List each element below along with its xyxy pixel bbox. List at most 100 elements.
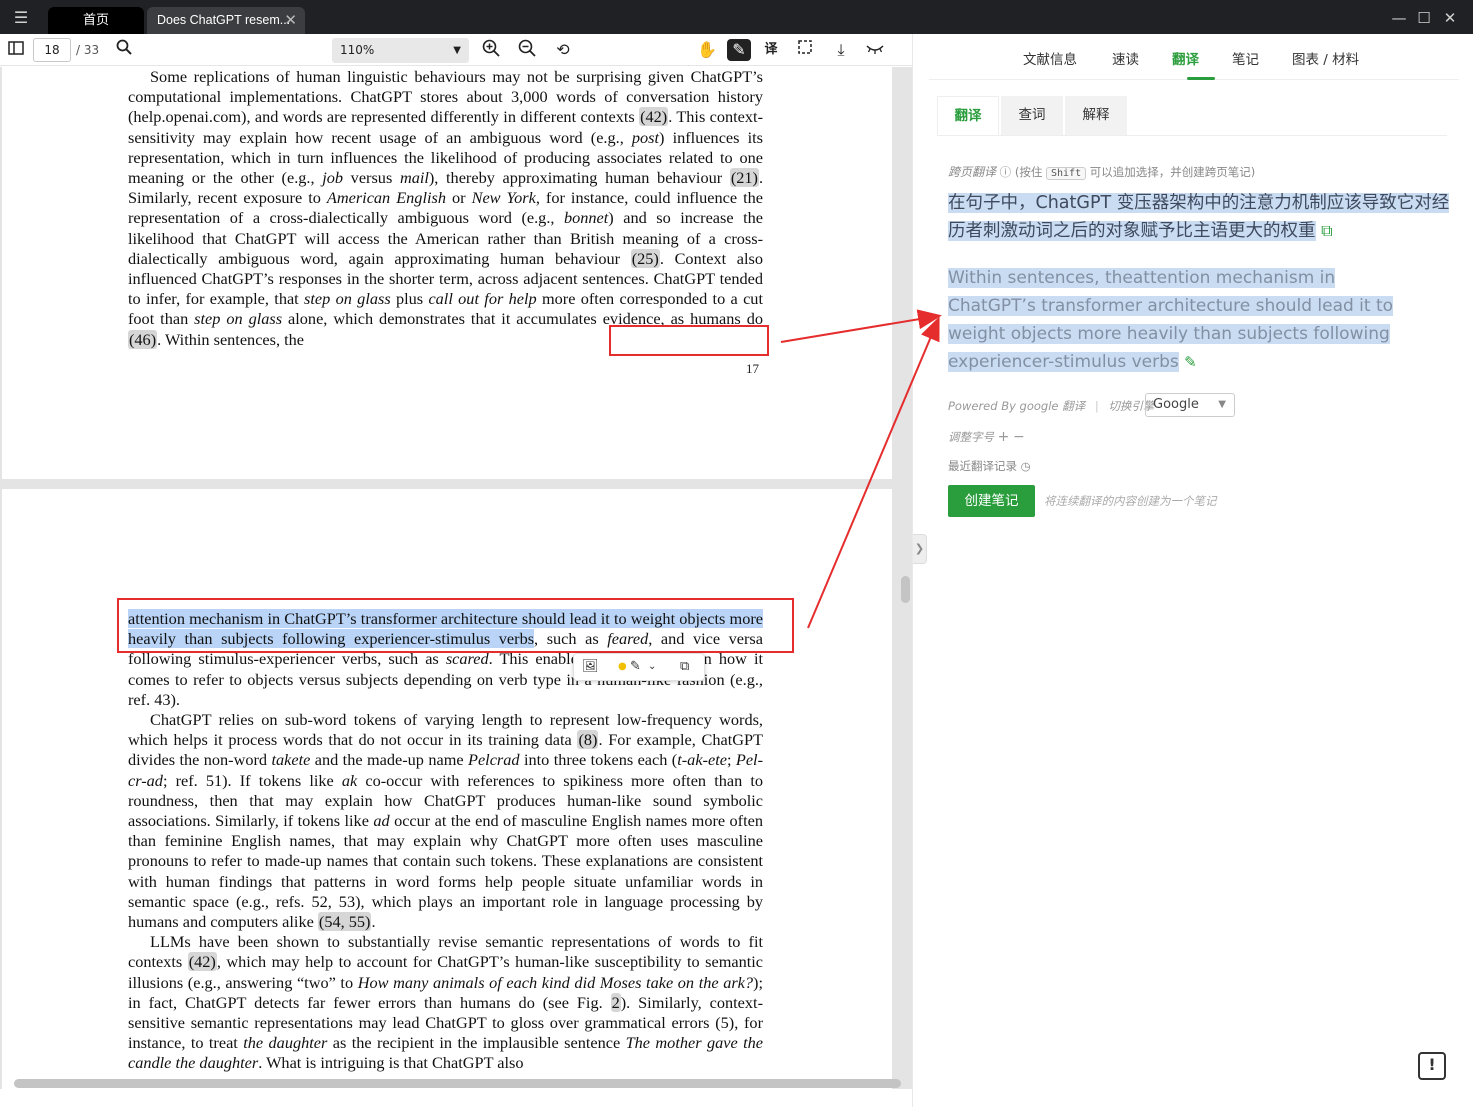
text-run: plus bbox=[390, 289, 429, 309]
vertical-scrollbar-thumb[interactable] bbox=[901, 576, 910, 603]
translate-sub-tabs: 翻译 查词 解释 bbox=[937, 96, 1447, 136]
edit-icon[interactable]: ✎ bbox=[1184, 353, 1197, 371]
annotation-box-within-sentences bbox=[609, 325, 769, 356]
engine-select[interactable]: Google ▼ bbox=[1145, 393, 1235, 417]
app-window: { "tabs": { "home_label": "首页", "doc_lab… bbox=[0, 0, 1473, 1107]
paragraph: ChatGPT relies on sub-word tokens of var… bbox=[128, 710, 763, 932]
source-text-content: Within sentences, theattention mechanism… bbox=[948, 268, 1394, 372]
text-run: versus bbox=[343, 168, 400, 188]
reader-toolbar: 18 / 33 110% ▼ ⟲ ✋ ✎ 译 ⤓ bbox=[0, 34, 912, 66]
sidebar-toggle-icon[interactable] bbox=[4, 39, 28, 61]
search-icon[interactable] bbox=[112, 39, 136, 61]
translation-text: 在句子中，ChatGPT 变压器架构中的注意力机制应该导致它对经历者刺激动词之后… bbox=[948, 193, 1450, 241]
text-run: mail bbox=[399, 168, 429, 188]
cross-page-row: 跨页翻译 ⓘ (按住 Shift 可以追加选择，并创建跨页笔记) bbox=[948, 163, 1255, 180]
zoom-in-icon[interactable] bbox=[479, 39, 503, 61]
text-run: ak bbox=[341, 770, 358, 790]
tab-figures[interactable]: 图表 / 材料 bbox=[1292, 48, 1359, 68]
page-number: 17 bbox=[746, 361, 759, 376]
citation-link[interactable]: (42) bbox=[187, 952, 217, 972]
maximize-icon[interactable]: ☐ bbox=[1414, 8, 1434, 28]
tab-translate[interactable]: 翻译 bbox=[1172, 48, 1199, 68]
text-run: takete bbox=[271, 750, 311, 770]
translate-icon[interactable]: 译 bbox=[759, 39, 783, 61]
chevron-down-icon: ▼ bbox=[453, 45, 461, 56]
recent-translations-row[interactable]: 最近翻译记录 ◷ bbox=[948, 458, 1031, 474]
source-text: Within sentences, theattention mechanism… bbox=[948, 264, 1428, 376]
minus-icon[interactable]: − bbox=[1013, 429, 1025, 445]
copy-icon[interactable]: ⧉ bbox=[680, 659, 689, 674]
engine-row: Powered By google 翻译 | 切换引擎 bbox=[948, 399, 1155, 413]
copy-icon[interactable]: ⧉ bbox=[1321, 221, 1332, 240]
zoom-value: 110% bbox=[340, 43, 375, 57]
citation-link[interactable]: (42) bbox=[639, 107, 669, 127]
area-select-icon[interactable] bbox=[793, 39, 817, 61]
text-run: ), thereby approximating human behaviour bbox=[428, 168, 730, 188]
create-note-button[interactable]: 创建笔记 bbox=[948, 485, 1035, 517]
text-run: t-ak-ete bbox=[677, 750, 727, 770]
recent-label: 最近翻译记录 bbox=[948, 459, 1017, 473]
history-icon: ◷ bbox=[1020, 459, 1031, 473]
text-run: American English bbox=[326, 188, 446, 208]
font-size-row: 调整字号 + − bbox=[948, 429, 1025, 445]
paragraph: Some replications of human linguistic be… bbox=[128, 67, 763, 350]
zoom-select[interactable]: 110% ▼ bbox=[332, 38, 469, 63]
document-viewer[interactable]: Some replications of human linguistic be… bbox=[0, 67, 912, 1089]
pdf-page-17: Some replications of human linguistic be… bbox=[2, 67, 892, 479]
text-run: ad bbox=[373, 811, 390, 831]
citation-link[interactable]: 2 bbox=[610, 992, 621, 1012]
rotate-icon[interactable]: ⟲ bbox=[551, 39, 575, 61]
plus-icon[interactable]: + bbox=[998, 429, 1010, 445]
font-size-label: 调整字号 bbox=[948, 430, 994, 444]
page-number-input[interactable]: 18 bbox=[33, 38, 71, 62]
highlight-pen-icon[interactable]: ✎ bbox=[727, 39, 751, 61]
info-icon[interactable]: ⓘ bbox=[1000, 165, 1012, 179]
subtab-explain[interactable]: 解释 bbox=[1065, 96, 1127, 135]
text-run: . Within sentences, the bbox=[157, 329, 305, 349]
pen-icon[interactable]: ✎ bbox=[630, 659, 641, 674]
engine-value: Google bbox=[1153, 397, 1199, 412]
text-run: . bbox=[371, 912, 376, 932]
horizontal-scrollbar[interactable] bbox=[14, 1079, 901, 1088]
close-window-icon[interactable]: ✕ bbox=[1440, 8, 1460, 28]
text-run: and the made-up name bbox=[310, 750, 469, 770]
text-run: Pelcrad bbox=[468, 750, 520, 770]
menu-icon[interactable]: ☰ bbox=[8, 7, 34, 29]
chevron-down-icon: ▼ bbox=[1218, 399, 1226, 410]
highlight-color-icon[interactable]: ● bbox=[618, 661, 627, 672]
tab-home[interactable]: 首页 bbox=[48, 7, 144, 34]
tab-document[interactable]: Does ChatGPT resem... ✕ bbox=[147, 7, 305, 34]
tab-speed-read[interactable]: 速读 bbox=[1112, 48, 1139, 68]
collapse-panel-icon[interactable]: ❯ bbox=[913, 534, 927, 564]
hand-tool-icon[interactable]: ✋ bbox=[695, 39, 719, 61]
download-icon[interactable]: ⤓ bbox=[829, 39, 853, 61]
text-run: How many animals of each kind did Moses … bbox=[357, 972, 754, 992]
panel-tabs: 文献信息 速读 翻译 笔记 图表 / 材料 bbox=[929, 34, 1459, 80]
chevron-down-icon[interactable]: ⌄ bbox=[648, 661, 656, 672]
cross-page-hint-post: 可以追加选择，并创建跨页笔记) bbox=[1089, 165, 1256, 179]
tab-paper-info[interactable]: 文献信息 bbox=[1023, 48, 1077, 68]
subtab-lookup[interactable]: 查词 bbox=[1001, 96, 1063, 135]
shift-key: Shift bbox=[1045, 167, 1087, 180]
text-run: the daughter bbox=[243, 1033, 328, 1053]
eye-closed-icon[interactable] bbox=[863, 39, 887, 61]
citation-link[interactable]: (25) bbox=[630, 248, 660, 268]
title-bar: ☰ 首页 Does ChatGPT resem... ✕ — ☐ ✕ bbox=[0, 0, 1473, 34]
citation-link[interactable]: (46) bbox=[128, 329, 158, 349]
feedback-icon[interactable]: ! bbox=[1418, 1052, 1446, 1080]
citation-link[interactable]: (54, 55) bbox=[317, 912, 372, 932]
minimize-icon[interactable]: — bbox=[1389, 8, 1409, 28]
subtab-translate[interactable]: 翻译 bbox=[937, 96, 999, 135]
close-tab-icon[interactable]: ✕ bbox=[284, 7, 297, 34]
text-run: step on glass bbox=[194, 309, 283, 329]
page-total: / 33 bbox=[76, 43, 100, 57]
active-tab-indicator bbox=[1187, 77, 1215, 80]
image-icon[interactable]: 🖼 bbox=[582, 659, 599, 674]
tab-notes[interactable]: 笔记 bbox=[1232, 48, 1259, 68]
text-run: bonnet bbox=[563, 208, 609, 228]
text-run: ; ref. 51). If tokens like bbox=[162, 770, 342, 790]
citation-link[interactable]: (21) bbox=[729, 168, 759, 188]
text-run: call out for help bbox=[428, 289, 537, 309]
citation-link[interactable]: (8) bbox=[577, 730, 599, 750]
zoom-out-icon[interactable] bbox=[515, 39, 539, 61]
